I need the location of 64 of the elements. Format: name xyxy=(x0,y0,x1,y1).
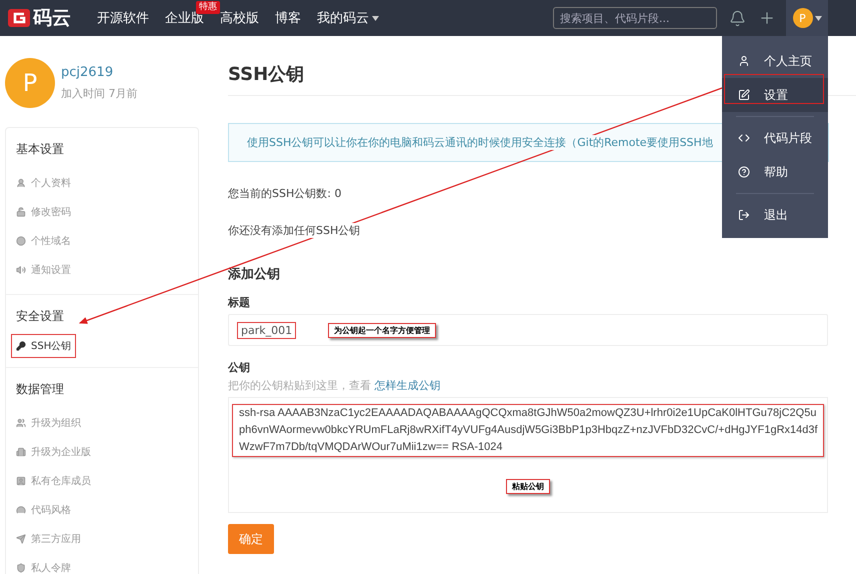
sidebar-item[interactable]: 代码风格 xyxy=(16,495,188,524)
menu-item[interactable]: 帮助 xyxy=(722,155,828,189)
sidebar-item[interactable]: 升级为组织 xyxy=(16,408,188,437)
logout-icon xyxy=(738,209,750,221)
section-title: 基本设置 xyxy=(16,141,65,158)
edit-icon xyxy=(738,89,750,101)
building-icon xyxy=(16,446,26,456)
nav-link[interactable]: 高校版 xyxy=(220,9,259,27)
sidebar-item[interactable]: 修改密码 xyxy=(16,197,188,226)
person-icon xyxy=(16,178,26,188)
member-icon xyxy=(16,476,26,486)
person-icon xyxy=(738,55,750,67)
info-text: 使用SSH公钥可以让你在你的电脑和码云通讯的时候使用安全连接（Git的Remote要使用SSH地 xyxy=(247,135,713,150)
speaker-icon xyxy=(16,264,26,274)
search-field[interactable]: 搜索项目、代码片段... xyxy=(553,7,717,29)
sidebar-item[interactable]: 个人资料 xyxy=(16,168,188,197)
annotation-note: 为公钥起一个名字方便管理 xyxy=(328,322,436,338)
title-input-field[interactable]: park_001 为公钥起一个名字方便管理 xyxy=(228,314,828,346)
compass-icon xyxy=(16,236,26,246)
nav-link[interactable]: 我的码云 xyxy=(317,9,379,27)
code-icon xyxy=(738,132,750,144)
key-value-text: ssh-rsa AAAAB3NzaC1yc2EAAAADAQABAAAAgQCQxma8tGJhW50a2mowQZ3U+lrhr0i2e1UpCaK0lHTGu78jC2Q5uph6vnWAormevw0bkcYRUmFLaRj8wRXifT4yVUFg4AusdjW5Gi3BbP1p3HbqzZ+nzJVFbD32CvC/+dHgJYF1gRx14d3fWzwF7m7Db/tqVMQDArWOur7uMii1zw== RSA-1024 xyxy=(232,404,824,457)
menu-item[interactable]: 退出 xyxy=(722,198,828,232)
sidebar-item[interactable]: 私有仓库成员 xyxy=(16,466,188,495)
key-icon xyxy=(16,341,26,351)
confirm-button[interactable]: 确定 xyxy=(228,524,274,554)
page-title: SSH公钥 xyxy=(228,63,306,86)
logo-icon[interactable] xyxy=(8,9,30,27)
sidebar-item[interactable]: 第三方应用 xyxy=(16,524,188,553)
people-icon xyxy=(16,418,26,428)
gauge-icon xyxy=(16,504,26,514)
sidebar-item[interactable]: 升级为企业版 xyxy=(16,437,188,466)
field-label: 标题 xyxy=(228,295,251,310)
shield-icon xyxy=(16,562,26,572)
section-title: 数据管理 xyxy=(16,381,65,398)
section-heading: 添加公钥 xyxy=(228,266,281,283)
nav-link[interactable]: 开源软件 xyxy=(97,9,149,27)
key-count: 您当前的SSH公钥数: 0 xyxy=(228,186,342,201)
caret-icon xyxy=(814,16,822,20)
field-hint: 把你的公钥粘贴到这里，查看 怎样生成公钥 xyxy=(228,378,442,393)
help-icon xyxy=(738,166,750,178)
empty-message: 你还没有添加任何SSH公钥 xyxy=(228,223,360,238)
sidebar-item[interactable]: 私人令牌 xyxy=(16,553,188,574)
unlock-icon xyxy=(16,206,26,216)
menu-item[interactable]: 设置 xyxy=(722,78,828,112)
profile-avatar: P xyxy=(5,58,55,108)
help-link[interactable]: 怎样生成公钥 xyxy=(374,379,440,392)
sidebar-item[interactable]: 个性域名 xyxy=(16,226,188,255)
annotation-note: 粘贴公钥 xyxy=(506,479,550,494)
nav-link[interactable]: 博客 xyxy=(275,9,301,27)
bell-icon[interactable] xyxy=(729,10,746,26)
menu-item[interactable]: 代码片段 xyxy=(722,121,828,155)
section-title: 安全设置 xyxy=(16,308,65,325)
sidebar-item[interactable]: SSH公钥 xyxy=(12,335,76,357)
username[interactable]: pcj2619 xyxy=(61,65,138,80)
logo-text[interactable]: 码云 xyxy=(33,5,71,31)
input-value: park_001 xyxy=(237,322,296,338)
join-time: 加入时间 7月前 xyxy=(61,86,138,101)
sidebar-item[interactable]: 通知设置 xyxy=(16,255,188,284)
field-label: 公钥 xyxy=(228,360,251,375)
send-icon xyxy=(16,534,26,544)
user-avatar: P xyxy=(792,8,812,28)
promo-badge: 特惠 xyxy=(196,1,220,14)
menu-item[interactable]: 个人主页 xyxy=(722,44,828,78)
